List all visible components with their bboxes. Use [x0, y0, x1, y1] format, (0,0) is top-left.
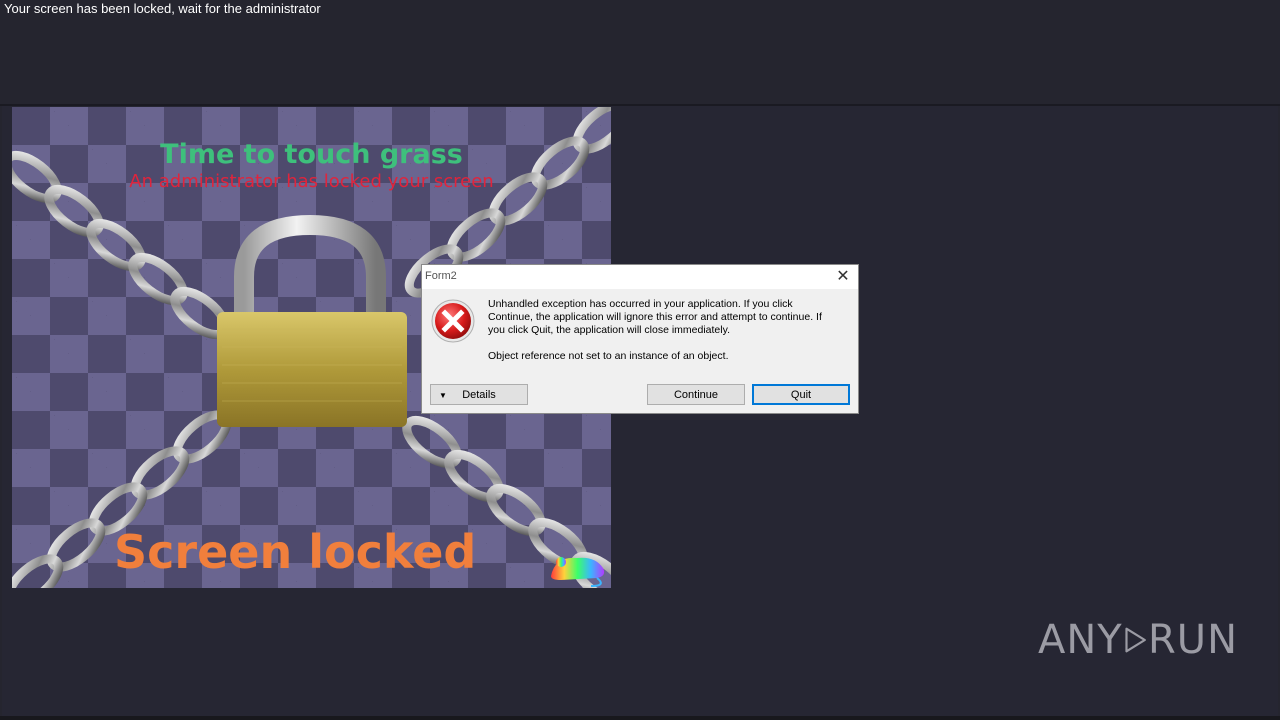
headline-admin-locked: An administrator has locked your screen — [129, 171, 494, 192]
play-icon — [1125, 627, 1146, 653]
dialog-message-area: Unhandled exception has occurred in your… — [488, 298, 840, 363]
error-detail: Object reference not set to an instance … — [488, 350, 729, 362]
lock-message: Your screen has been locked, wait for th… — [4, 1, 321, 16]
headline-touch-grass: Time to touch grass — [160, 139, 463, 170]
error-icon — [431, 299, 475, 343]
dialog-title: Form2 — [425, 270, 457, 282]
divider — [0, 104, 1280, 106]
dialog-titlebar[interactable]: Form2 ✕ — [422, 265, 858, 289]
rainbow-rat-logo — [551, 557, 605, 587]
watermark-right-text: RUN — [1148, 617, 1238, 663]
continue-button[interactable]: Continue — [647, 384, 745, 405]
chevron-down-icon: ▼ — [439, 391, 447, 400]
anyrun-watermark: ANY RUN — [1038, 610, 1238, 670]
watermark-left-text: ANY — [1038, 617, 1123, 663]
taskbar-edge — [0, 716, 1280, 720]
close-icon[interactable]: ✕ — [834, 268, 852, 286]
details-label: Details — [462, 388, 496, 401]
details-button[interactable]: ▼ Details — [430, 384, 528, 405]
error-dialog: Form2 ✕ Unhandled exception has occurred… — [421, 264, 859, 414]
quit-button[interactable]: Quit — [752, 384, 850, 405]
headline-screen-locked: Screen locked — [114, 525, 477, 579]
error-message: Unhandled exception has occurred in your… — [488, 298, 822, 336]
lock-banner: Your screen has been locked, wait for th… — [0, 0, 1280, 104]
